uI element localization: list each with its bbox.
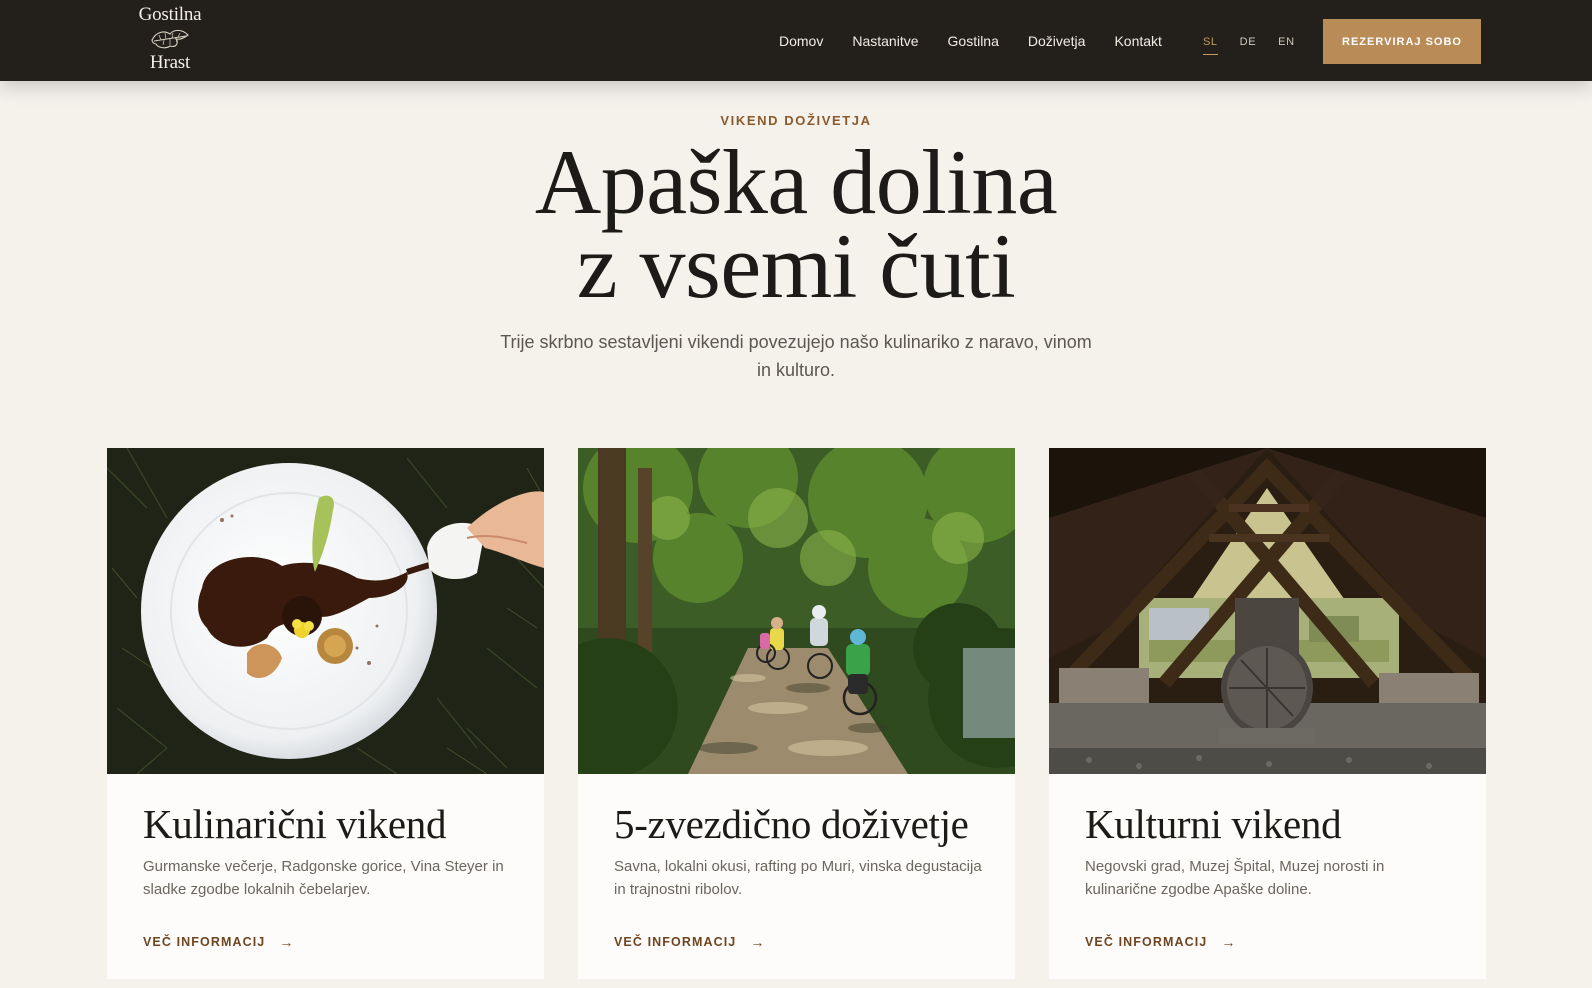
- lang-de[interactable]: DE: [1240, 34, 1256, 50]
- card-title: Kulturni vikend: [1085, 801, 1342, 847]
- language-switcher: SL DE EN: [1203, 34, 1317, 55]
- oak-leaf-icon: [151, 29, 189, 49]
- card-image-dish[interactable]: [107, 448, 544, 774]
- arrow-right-icon: →: [750, 934, 766, 950]
- page-title: Apaška dolina z vsemi čuti: [0, 136, 1592, 312]
- arrow-right-icon: →: [1221, 934, 1237, 950]
- experience-card: Kulinarični vikend Gurmanske večerje, Ra…: [107, 448, 544, 979]
- card-title: Kulinarični vikend: [143, 801, 447, 847]
- experience-card: 5-zvezdično doživetje Savna, lokalni oku…: [578, 448, 1015, 979]
- intro-text: Trije skrbno sestavljeni vikendi povezuj…: [500, 332, 1092, 380]
- arrow-right-icon: →: [279, 934, 295, 950]
- more-info-link[interactable]: VEČ INFORMACIJ →: [143, 934, 294, 950]
- card-image-pavilion[interactable]: [1049, 448, 1486, 774]
- card-title: 5-zvezdično doživetje: [614, 801, 969, 847]
- nav-item-gostilna[interactable]: Gostilna: [948, 31, 999, 51]
- experience-card: Kulturni vikend Negovski grad, Muzej Špi…: [1049, 448, 1486, 979]
- nav-item-kontakt[interactable]: Kontakt: [1114, 31, 1161, 51]
- more-info-label: VEČ INFORMACIJ: [1085, 935, 1208, 949]
- more-info-label: VEČ INFORMACIJ: [143, 935, 266, 949]
- more-info-link[interactable]: VEČ INFORMACIJ →: [614, 934, 765, 950]
- nav-item-domov[interactable]: Domov: [779, 31, 823, 51]
- lang-en[interactable]: EN: [1278, 34, 1294, 50]
- title-line-2: z vsemi čuti: [576, 215, 1016, 317]
- site-header: Gostilna Hrast Domov Nastanitve Gostilna…: [0, 0, 1592, 81]
- site-logo[interactable]: Gostilna Hrast: [132, 4, 208, 76]
- nav-item-nastanitve[interactable]: Nastanitve: [852, 31, 918, 51]
- main-nav: Domov Nastanitve Gostilna Doživetja Kont…: [779, 31, 1191, 51]
- logo-line-1: Gostilna: [138, 4, 202, 25]
- lang-sl[interactable]: SL: [1203, 34, 1218, 55]
- section-eyebrow: VIKEND DOŽIVETJA: [720, 113, 872, 128]
- more-info-link[interactable]: VEČ INFORMACIJ →: [1085, 934, 1236, 950]
- card-text: Gurmanske večerje, Radgonske gorice, Vin…: [143, 858, 504, 898]
- book-room-button[interactable]: REZERVIRAJ SOBO: [1323, 19, 1481, 64]
- more-info-label: VEČ INFORMACIJ: [614, 935, 737, 949]
- nav-item-dozivetja[interactable]: Doživetja: [1028, 31, 1086, 51]
- card-text: Negovski grad, Muzej Špital, Muzej noros…: [1085, 858, 1385, 898]
- card-text: Savna, lokalni okusi, rafting po Muri, v…: [614, 858, 982, 898]
- card-image-cycling[interactable]: [578, 448, 1015, 774]
- logo-line-2: Hrast: [149, 52, 191, 73]
